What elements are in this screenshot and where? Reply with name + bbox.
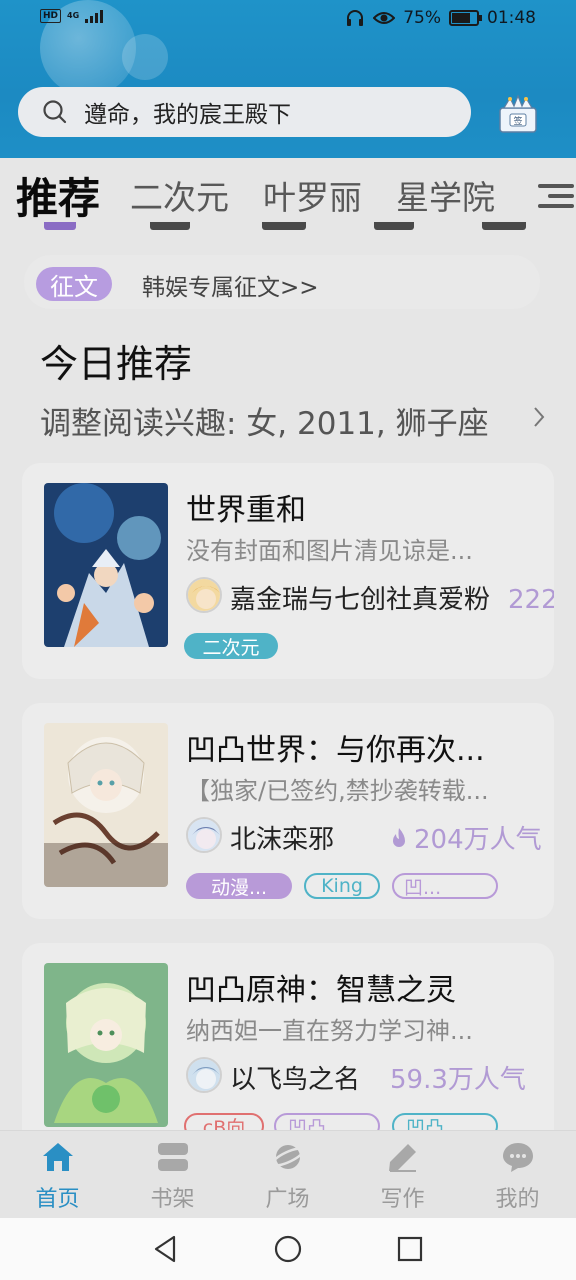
- system-navigation-bar: [0, 1218, 576, 1280]
- book-card[interactable]: 凹凸原神：智慧之灵 纳西妲一直在努力学习神... 以飞鸟之名 59.3万人气 c…: [22, 943, 554, 1130]
- nav-label: 书架: [150, 1187, 195, 1212]
- battery-percent: 75%: [403, 8, 441, 28]
- book-cover: [44, 483, 168, 647]
- book-tag[interactable]: King: [304, 873, 380, 899]
- book-tag[interactable]: 凹...: [392, 873, 498, 899]
- popularity-count: 59.3万人气: [390, 1059, 526, 1096]
- nav-plaza[interactable]: 广场: [230, 1131, 345, 1219]
- svg-text:签: 签: [513, 115, 522, 127]
- author-name: 以飞鸟之名: [230, 1065, 361, 1095]
- headphones-icon: [347, 10, 364, 26]
- book-title: 凹凸世界：与你再次...: [186, 733, 485, 768]
- decor-bubble-small: [122, 34, 168, 80]
- book-card[interactable]: 凹凸世界：与你再次... 【独家/已签约,禁抄袭转载... 北沫栾邪 204万人…: [22, 703, 554, 919]
- popularity-text: 222人: [508, 585, 554, 615]
- status-bar: HD 4G 75% 01:48: [0, 0, 576, 38]
- popularity-count: 204万人气: [390, 819, 542, 856]
- book-tag[interactable]: cB向: [184, 1113, 264, 1130]
- book-tag[interactable]: 动漫...: [186, 873, 292, 899]
- contest-banner[interactable]: 征文 韩娱专属征文>>: [24, 255, 540, 309]
- book-tag[interactable]: 凹凸...: [392, 1113, 498, 1130]
- clock: 01:48: [487, 8, 536, 28]
- flame-icon: [393, 827, 405, 847]
- popularity-count: 222人: [508, 579, 554, 616]
- home-circle-icon[interactable]: [273, 1234, 303, 1264]
- book-description: 没有封面和图片清见谅是...: [186, 537, 473, 565]
- signal-icon: [85, 9, 104, 23]
- author-avatar: [186, 817, 222, 853]
- reading-interest-link[interactable]: 调整阅读兴趣: 女, 2011, 狮子座: [40, 398, 489, 443]
- nav-label: 首页: [35, 1187, 80, 1212]
- chat-bubble-icon: [502, 1143, 533, 1172]
- nav-mine[interactable]: 我的: [460, 1131, 575, 1219]
- book-tag[interactable]: 二次元: [184, 633, 278, 659]
- book-cover: [44, 963, 168, 1127]
- tab-anime[interactable]: 二次元: [130, 171, 229, 219]
- author-name: 嘉金瑞与七创社真爱粉: [230, 585, 491, 615]
- book-tag[interactable]: 凹凸...: [274, 1113, 380, 1130]
- menu-icon[interactable]: [536, 176, 576, 216]
- app-header: HD 4G 75% 01:48 遵命，我的宸王殿下 签: [0, 0, 576, 158]
- nav-label: 广场: [265, 1187, 310, 1212]
- tab-recommend[interactable]: 推荐: [16, 165, 100, 226]
- nav-bookshelf[interactable]: 书架: [115, 1131, 230, 1219]
- contest-text: 韩娱专属征文>>: [142, 275, 319, 301]
- bottom-navigation: 首页 书架 广场 写作 我的: [0, 1130, 576, 1218]
- author-avatar: [186, 577, 222, 613]
- popularity-text: 59.3万人气: [390, 1065, 526, 1095]
- book-title: 世界重和: [186, 493, 306, 528]
- pen-icon: [388, 1144, 416, 1172]
- book-title: 凹凸原神：智慧之灵: [186, 973, 456, 1008]
- eye-icon: [373, 12, 396, 24]
- checkin-gift-icon[interactable]: 签: [496, 94, 540, 134]
- book-description: 【独家/已签约,禁抄袭转载...: [186, 777, 489, 805]
- author-avatar: [186, 1057, 222, 1093]
- nav-label: 写作: [380, 1187, 425, 1212]
- book-description: 纳西妲一直在努力学习神...: [186, 1017, 473, 1045]
- back-icon[interactable]: [150, 1234, 180, 1264]
- bookshelf-icon: [157, 1143, 188, 1171]
- book-cover: [44, 723, 168, 887]
- contest-tag: 征文: [36, 267, 112, 301]
- nav-label: 我的: [495, 1187, 540, 1212]
- home-icon: [42, 1143, 73, 1171]
- recents-icon[interactable]: [395, 1234, 425, 1264]
- planet-icon: [270, 1145, 305, 1169]
- search-query: 遵命，我的宸王殿下: [84, 102, 291, 128]
- chevron-right-icon: [534, 407, 545, 427]
- book-card[interactable]: 世界重和 没有封面和图片清见谅是... 嘉金瑞与七创社真爱粉 222人 二次元: [22, 463, 554, 679]
- search-icon: [43, 100, 67, 124]
- tab-star-academy[interactable]: 星学院: [396, 171, 495, 219]
- section-title: 今日推荐: [40, 342, 193, 386]
- category-tabs: 推荐 二次元 叶罗丽 星学院: [0, 158, 576, 232]
- nav-write[interactable]: 写作: [345, 1131, 460, 1219]
- tab-yeloli[interactable]: 叶罗丽: [263, 171, 362, 219]
- battery-icon: [449, 10, 482, 26]
- hd-badge: HD: [40, 9, 62, 23]
- network-type: 4G: [67, 11, 80, 20]
- search-bar[interactable]: 遵命，我的宸王殿下: [18, 87, 471, 137]
- author-name: 北沫栾邪: [230, 825, 335, 855]
- nav-home[interactable]: 首页: [0, 1131, 115, 1219]
- scrolled-quick-links: [0, 222, 576, 236]
- popularity-text: 204万人气: [414, 825, 542, 855]
